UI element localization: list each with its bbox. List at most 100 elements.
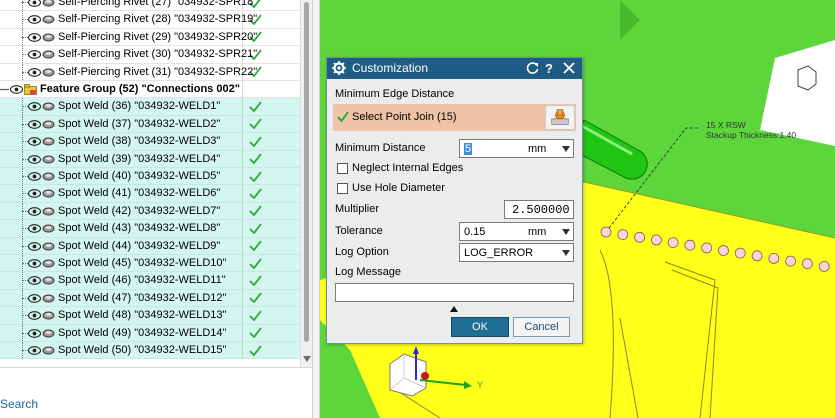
scroll-down-arrow-icon[interactable] [303, 356, 311, 362]
min-distance-value[interactable]: 5 [464, 143, 473, 155]
tree-row-name-cell[interactable]: Spot Weld (37) "034932-WELD2" [0, 115, 243, 133]
weld-tree-row[interactable]: Spot Weld (41) "034932-WELD6" [0, 185, 300, 203]
close-icon[interactable] [562, 61, 576, 75]
visibility-eye-icon[interactable] [27, 275, 42, 286]
tree-scrollbar[interactable] [300, 0, 312, 367]
tree-row-name-cell[interactable]: Spot Weld (50) "034932-WELD15" [0, 342, 243, 359]
visibility-eye-icon[interactable] [27, 0, 42, 8]
tolerance-field[interactable]: 0.15 mm [459, 222, 574, 241]
spot-weld-point[interactable] [785, 255, 797, 267]
weld-tree-row[interactable]: Spot Weld (42) "034932-WELD7" [0, 202, 300, 221]
spr-tree-row[interactable]: Self-Piercing Rivet (30) "034932-SPR21" [0, 46, 300, 64]
visibility-eye-icon[interactable] [27, 293, 42, 304]
tree-row-name-cell[interactable]: Feature Group (52) "Connections 002" [0, 81, 243, 98]
spot-weld-point[interactable] [734, 247, 746, 259]
visibility-eye-icon[interactable] [27, 154, 42, 165]
tree-row-name-cell[interactable]: Self-Piercing Rivet (31) "034932-SPR22" [0, 63, 257, 80]
visibility-eye-icon[interactable] [27, 49, 42, 60]
spr-tree-row[interactable]: Self-Piercing Rivet (27) "034932-SPR18" [0, 0, 300, 12]
spr-tree-row[interactable]: Self-Piercing Rivet (28) "034932-SPR19" [0, 11, 300, 29]
weld-tree-row[interactable]: Spot Weld (50) "034932-WELD15" [0, 342, 300, 360]
visibility-eye-icon[interactable] [27, 206, 42, 217]
visibility-eye-icon[interactable] [27, 101, 42, 112]
tree-row-name-cell[interactable]: Spot Weld (46) "034932-WELD11" [0, 272, 243, 289]
reset-icon[interactable] [526, 61, 540, 75]
visibility-eye-icon[interactable] [27, 67, 42, 78]
spot-weld-point[interactable] [634, 231, 646, 243]
tree-row-name-cell[interactable]: Spot Weld (36) "034932-WELD1" [0, 98, 243, 115]
tree-row-name-cell[interactable]: Self-Piercing Rivet (29) "034932-SPR20" [0, 28, 257, 46]
spot-weld-point[interactable] [650, 234, 662, 246]
tree-row-name-cell[interactable]: Spot Weld (42) "034932-WELD7" [0, 202, 243, 220]
visibility-eye-icon[interactable] [27, 258, 42, 269]
neglect-internal-edges-checkbox[interactable] [337, 163, 348, 174]
weld-tree-row[interactable]: Spot Weld (48) "034932-WELD13" [0, 307, 300, 325]
weld-tree-row[interactable]: Spot Weld (46) "034932-WELD11" [0, 272, 300, 290]
spot-weld-point[interactable] [718, 245, 729, 256]
visibility-eye-icon[interactable] [27, 241, 42, 252]
tree-row-name-cell[interactable]: Spot Weld (45) "034932-WELD10" [0, 255, 243, 272]
visibility-eye-icon[interactable] [27, 310, 42, 321]
spot-weld-point[interactable] [667, 237, 679, 249]
help-icon[interactable]: ? [542, 61, 556, 75]
spot-weld-point[interactable] [801, 258, 813, 270]
spot-weld-point[interactable] [600, 226, 612, 238]
spr-tree-row[interactable]: Self-Piercing Rivet (31) "034932-SPR22" [0, 63, 300, 81]
dialog-title-bar[interactable]: Customization ? [327, 58, 582, 79]
chevron-down-icon[interactable] [562, 229, 570, 235]
tree-row-name-cell[interactable]: Spot Weld (39) "034932-WELD4" [0, 150, 243, 167]
search-label[interactable]: Search [0, 397, 38, 411]
weld-tree-row[interactable]: Spot Weld (39) "034932-WELD4" [0, 150, 300, 168]
select-object-button[interactable] [545, 105, 575, 130]
weld-tree-row[interactable]: Spot Weld (44) "034932-WELD9" [0, 237, 300, 255]
weld-tree-row[interactable]: Spot Weld (45) "034932-WELD10" [0, 255, 300, 273]
select-point-join-row[interactable]: Select Point Join (15) [333, 104, 576, 131]
spot-weld-point[interactable] [818, 260, 830, 272]
tolerance-value[interactable]: 0.15 [464, 226, 485, 238]
tree-row-name-cell[interactable]: Spot Weld (43) "034932-WELD8" [0, 220, 243, 237]
weld-tree-row[interactable]: Spot Weld (43) "034932-WELD8" [0, 220, 300, 238]
collapse-more-icon[interactable] [450, 306, 458, 312]
chevron-down-icon[interactable] [562, 250, 570, 256]
visibility-eye-icon[interactable] [9, 84, 24, 95]
weld-tree-row[interactable]: Spot Weld (36) "034932-WELD1" [0, 98, 300, 116]
cancel-button[interactable]: Cancel [513, 317, 570, 337]
chevron-down-icon[interactable] [562, 146, 570, 152]
tree-scrollbar-thumb[interactable] [304, 2, 309, 342]
visibility-eye-icon[interactable] [27, 223, 42, 234]
weld-tree-row[interactable]: Spot Weld (38) "034932-WELD3" [0, 133, 300, 151]
spot-weld-point[interactable] [684, 239, 696, 251]
ok-button[interactable]: OK [451, 317, 509, 337]
spr-tree-row[interactable]: Self-Piercing Rivet (29) "034932-SPR20" [0, 28, 300, 47]
visibility-eye-icon[interactable] [27, 136, 42, 147]
visibility-eye-icon[interactable] [27, 188, 42, 199]
spot-weld-point[interactable] [617, 229, 629, 241]
multiplier-value[interactable]: 2.500000 [512, 203, 570, 217]
feature-group-row[interactable]: Feature Group (52) "Connections 002" [0, 81, 300, 99]
tree-row-name-cell[interactable]: Spot Weld (38) "034932-WELD3" [0, 133, 243, 150]
min-distance-field[interactable]: 5 mm [459, 139, 574, 158]
collapse-toggle-icon[interactable] [0, 85, 9, 94]
visibility-eye-icon[interactable] [27, 119, 42, 130]
panel-splitter[interactable] [312, 0, 320, 418]
tree-row-name-cell[interactable]: Spot Weld (47) "034932-WELD12" [0, 289, 243, 307]
tree-row-name-cell[interactable]: Spot Weld (41) "034932-WELD6" [0, 185, 243, 202]
visibility-eye-icon[interactable] [27, 14, 42, 25]
log-message-field[interactable] [335, 283, 574, 302]
tree-row-name-cell[interactable]: Spot Weld (48) "034932-WELD13" [0, 307, 243, 324]
visibility-eye-icon[interactable] [27, 328, 42, 339]
visibility-eye-icon[interactable] [27, 171, 42, 182]
weld-tree-row[interactable]: Spot Weld (49) "034932-WELD14" [0, 324, 300, 342]
tree-row-name-cell[interactable]: Spot Weld (49) "034932-WELD14" [0, 324, 243, 341]
use-hole-diameter-checkbox[interactable] [337, 183, 348, 194]
visibility-eye-icon[interactable] [27, 345, 42, 356]
weld-tree-row[interactable]: Spot Weld (37) "034932-WELD2" [0, 115, 300, 134]
tree-row-name-cell[interactable]: Spot Weld (44) "034932-WELD9" [0, 237, 243, 254]
tree-row-name-cell[interactable]: Self-Piercing Rivet (27) "034932-SPR18" [0, 0, 257, 11]
log-option-select[interactable]: LOG_ERROR [459, 243, 574, 262]
spot-weld-point[interactable] [751, 250, 763, 262]
multiplier-field[interactable]: 2.500000 [504, 200, 574, 219]
tree-row-name-cell[interactable]: Self-Piercing Rivet (30) "034932-SPR21" [0, 46, 257, 63]
spot-weld-point[interactable] [768, 252, 780, 264]
tree-row-name-cell[interactable]: Self-Piercing Rivet (28) "034932-SPR19" [0, 11, 257, 28]
